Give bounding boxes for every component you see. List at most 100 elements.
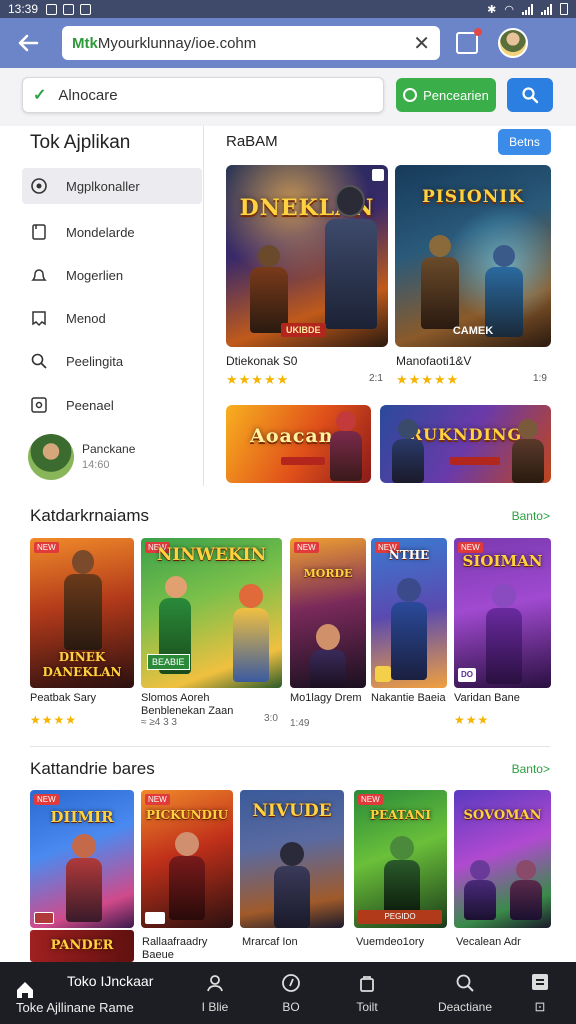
search-input[interactable]: ✓ Alnocare	[22, 77, 384, 113]
tile-art-title: PANDER	[50, 938, 114, 953]
nav-label: BO	[282, 1000, 300, 1014]
tile-name: Slomos Aoreh Benblenekan Zaan	[141, 692, 234, 717]
game-tile[interactable]: PANDER	[30, 930, 134, 962]
character-figure	[388, 419, 428, 483]
sidebar-item-label: Peenael	[66, 397, 114, 413]
banner-card[interactable]: RUKNDING	[380, 405, 551, 483]
tile-art-title: DIIMIR	[50, 808, 114, 826]
home-icon	[14, 979, 36, 1001]
url-text: Myourklunnay/ioe.cohm	[97, 34, 257, 52]
bell-icon	[30, 266, 48, 284]
character-figure	[462, 860, 498, 920]
nav-item-home[interactable]: Toke Ajllinane Rame	[0, 962, 160, 1024]
game-tile[interactable]: NEW DIIMIR	[30, 790, 134, 928]
sidebar-item-3[interactable]: Menod	[22, 300, 202, 336]
tile-name: Varidan Bane	[454, 692, 520, 704]
game-tile[interactable]: NEW DINEK DANEKLAN	[30, 538, 134, 688]
featured-count: 2:1	[369, 373, 383, 384]
tile-name: Peatbak Sary	[30, 692, 97, 704]
nav-item-menu[interactable]: ⊡	[518, 962, 562, 1024]
back-button[interactable]	[10, 25, 46, 61]
nav-item-store[interactable]: Toilt	[342, 962, 392, 1024]
tile-name: Vecalean Adr	[456, 936, 521, 948]
tile-name: Mrarcaf Ion	[242, 936, 298, 948]
sidebar-item-0[interactable]: Mgplkonaller	[22, 168, 202, 204]
url-prefix: Mtk	[72, 34, 98, 52]
circle-dot-icon	[30, 177, 48, 195]
featured-card-badge: UKIBDE	[281, 323, 326, 337]
banner-card[interactable]: Aoacana	[226, 405, 371, 483]
game-tile[interactable]: NEW SIOIMAN DO	[454, 538, 551, 688]
tile-tag: BEABIE	[147, 654, 190, 670]
section-more-link[interactable]: Banto>	[512, 509, 550, 523]
sidebar-item-1[interactable]: Mondelarde	[22, 214, 202, 250]
wifi-icon: ◠	[504, 3, 514, 16]
tile-badge: NEW	[34, 794, 59, 805]
nav-label: Toilt	[356, 1000, 378, 1014]
game-tile[interactable]: NEW PICKUNDIU	[141, 790, 233, 928]
nav-item-search[interactable]: Deactiane	[420, 962, 510, 1024]
sidebar-item-5[interactable]: Peenael	[22, 387, 202, 423]
nav-item-profile[interactable]: I Blie	[190, 962, 240, 1024]
character-figure	[167, 832, 207, 922]
section-more-link[interactable]: Banto>	[512, 762, 550, 776]
game-tile[interactable]: NEW PEATANI PEGIDO	[354, 790, 447, 928]
nav-home-label: Toke Ajllinane Rame	[16, 1000, 134, 1015]
notification-icons	[46, 3, 92, 15]
close-icon[interactable]: ✕	[413, 31, 430, 56]
tile-art-title: PEATANI	[370, 808, 431, 822]
character-figure	[482, 584, 526, 684]
tile-badge: NEW	[294, 542, 319, 553]
nav-home-top-label: Toko IJnckaar	[67, 973, 154, 989]
banner-ribbon	[281, 457, 325, 465]
character-figure	[380, 836, 424, 916]
character-figure	[64, 834, 104, 924]
sidebar-item-4[interactable]: Peelingita	[22, 343, 202, 379]
bookmark-icon	[30, 309, 48, 327]
divider	[30, 746, 550, 747]
menu-grid-icon: ⊡	[534, 999, 546, 1014]
search-icon	[455, 972, 475, 994]
tile-app-icon	[145, 912, 165, 924]
section-title: Katdarkrnaiams	[30, 506, 150, 525]
tile-meta: 1:49	[290, 718, 310, 729]
featured-art-title: PISIONIK	[421, 187, 525, 207]
game-tile[interactable]: SOVOMAN	[454, 790, 551, 928]
circle-icon	[403, 88, 418, 102]
rating-stars: ★★★★★	[226, 372, 290, 387]
game-tile[interactable]: NIVUDE	[240, 790, 344, 928]
bottom-nav: Toke Ajllinane Rame Toko IJnckaar I Blie…	[0, 962, 576, 1024]
featured-card[interactable]: DNEKLAN UKIBDE	[226, 165, 388, 347]
status-right-icons: ✱ ◠	[487, 3, 568, 16]
compass-icon	[281, 972, 301, 994]
tile-badge: NEW	[34, 542, 59, 553]
tile-art-title: NINWEKIN	[156, 545, 267, 565]
nav-item-explore[interactable]: BO	[266, 962, 316, 1024]
sidebar-item-label: Mondelarde	[66, 224, 135, 240]
tabs-icon[interactable]	[456, 28, 482, 54]
character-figure	[508, 860, 544, 920]
status-time: 13:39	[8, 2, 39, 16]
notification-icon	[63, 3, 75, 15]
character-figure	[308, 598, 348, 688]
profile-sub: 14:60	[82, 459, 110, 471]
person-icon	[205, 972, 225, 994]
search-button[interactable]	[507, 78, 553, 112]
tile-badge: NEW	[358, 794, 383, 805]
search-green-button[interactable]: Pencearien	[396, 78, 496, 112]
game-tile[interactable]: NEW NINWEKIN BEABIE	[141, 538, 282, 688]
sidebar-profile[interactable]: Panckane 14:60	[28, 434, 135, 480]
rating-stars: ★★★	[454, 713, 490, 727]
search-green-button-label: Pencearien	[423, 87, 489, 103]
game-tile[interactable]: NEW NTHE	[371, 538, 447, 688]
game-tile[interactable]: NEW MORDE	[290, 538, 366, 688]
sidebar-item-2[interactable]: Mogerlien	[22, 257, 202, 293]
url-field[interactable]: Mtk Myourklunnay/ioe.cohm ✕	[62, 26, 440, 60]
featured-card[interactable]: PISIONIK CAMEK	[395, 165, 551, 347]
browser-bar: Mtk Myourklunnay/ioe.cohm ✕	[0, 18, 576, 68]
sidebar-item-label: Mogerlien	[66, 267, 124, 283]
avatar[interactable]	[498, 28, 528, 58]
search-row: ✓ Alnocare Pencearien	[0, 68, 576, 126]
main-action-button[interactable]: Betns	[498, 129, 551, 155]
search-value: Alnocare	[58, 86, 118, 104]
